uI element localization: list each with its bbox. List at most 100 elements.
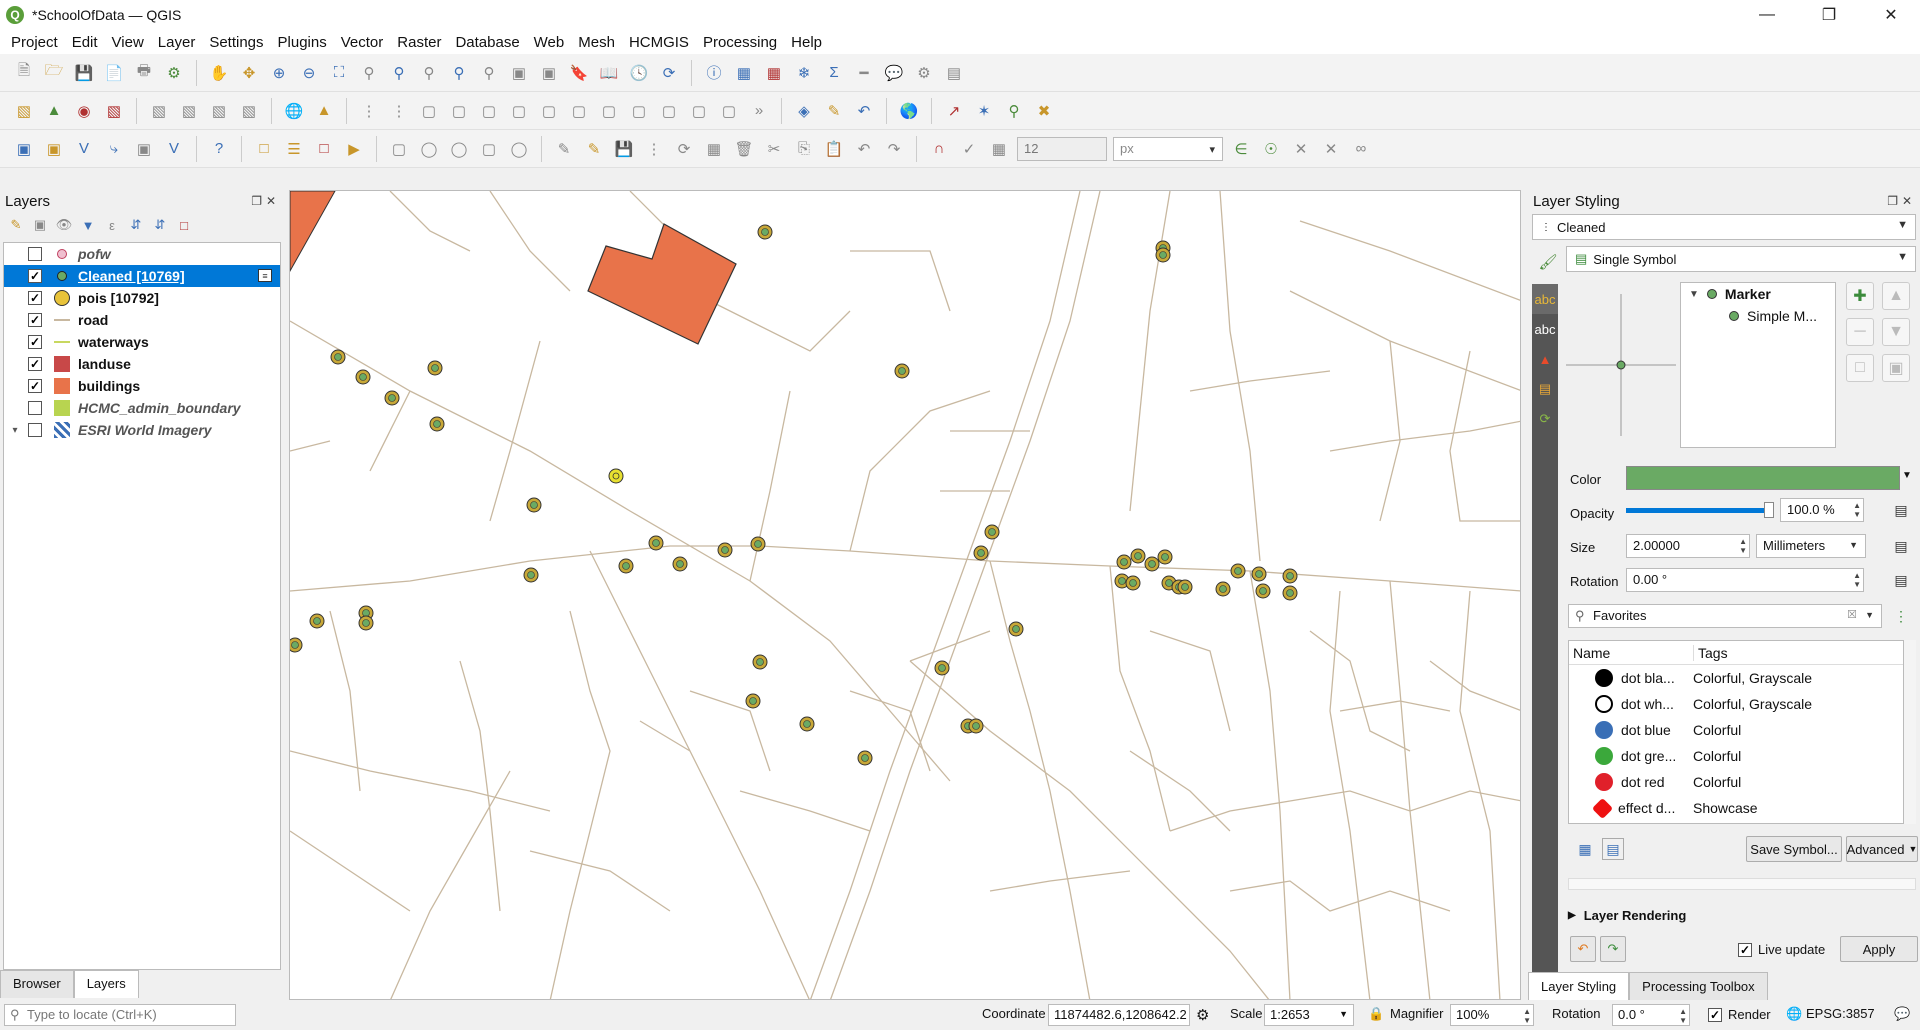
topological-editing-icon[interactable]: ∈ [1229,137,1253,161]
layer-visibility-checkbox[interactable] [28,401,42,415]
pan-icon[interactable]: ✋ [207,61,231,85]
pin-labels-icon[interactable]: ▲ [42,99,66,123]
georeferencer-icon[interactable]: 🌐 [282,99,306,123]
diagrams-tab-icon[interactable]: ▤ [1532,374,1558,404]
render-checkbox[interactable]: ✓ [1708,1007,1722,1022]
measure-icon[interactable]: ━ [852,61,876,85]
help-icon[interactable]: ? [207,137,231,161]
masks-tab-icon[interactable]: abc [1532,314,1558,344]
digitize-tool-5-icon[interactable]: ▢ [477,99,501,123]
layer-visibility-checkbox[interactable]: ✓ [28,357,42,371]
magnifier-input[interactable]: 100% ▲ ▼ [1450,1004,1534,1026]
redo-icon[interactable]: ↷ [882,137,906,161]
layer-visibility-checkbox[interactable]: ✓ [28,291,42,305]
new-geopackage-layer-icon[interactable]: ▣ [12,137,36,161]
crs-globe-icon[interactable]: 🌐 [1786,1006,1802,1022]
filter-indicator-icon[interactable]: ≡ [258,269,272,282]
layer-visibility-checkbox[interactable]: ✓ [28,379,42,393]
rotation-input[interactable]: 0.00 ° ▲ ▼ [1626,568,1864,592]
style-manager-icon[interactable]: ⚙ [162,61,186,85]
layer-row-esri[interactable]: ▾ ESRI World Imagery [4,419,280,441]
live-update-checkbox[interactable]: ✓ [1738,942,1752,957]
bookmark-icon[interactable]: 🔖 [567,61,591,85]
menu-plugins[interactable]: Plugins [271,34,334,51]
trace-icon[interactable]: ✕ [1319,137,1343,161]
live-update-checkbox-row[interactable]: ✓ Live update [1738,942,1825,957]
layer-row-road[interactable]: ✓ road [4,309,280,331]
select-features-icon[interactable]: □ [252,137,276,161]
symbol-list-item[interactable]: dot blue Colorful [1569,717,1903,743]
name-column-header[interactable]: Name [1569,645,1693,661]
symbol-list-item[interactable]: effect d... Showcase [1569,795,1903,821]
snapping-type-icon[interactable]: ✓ [957,137,981,161]
locate-search-input[interactable]: ⚲ Type to locate (Ctrl+K) [4,1004,236,1026]
menu-project[interactable]: Project [4,34,65,51]
pan-to-selection-icon[interactable]: ✥ [237,61,261,85]
data-defined-rotation-icon[interactable]: ▤ [1890,569,1912,591]
crs-label[interactable]: EPSG:3857 [1806,1006,1875,1021]
undo-style-button[interactable]: ↶ [1570,936,1596,962]
zoom-next-icon[interactable]: ⚲ [477,61,501,85]
edit-tool-2-icon[interactable]: ◯ [417,137,441,161]
list-view-icon[interactable]: ▤ [1602,838,1624,860]
map-canvas[interactable] [289,190,1521,1000]
add-feature-icon[interactable]: ⋮ [642,137,666,161]
globe-icon[interactable]: 🌎 [897,99,921,123]
modify-attributes-icon[interactable]: ▦ [702,137,726,161]
rotate-label-icon[interactable]: ▧ [177,99,201,123]
chevron-down-icon[interactable]: ▼ [1865,610,1874,620]
symbol-list-item[interactable]: dot red Colorful [1569,769,1903,795]
digitize-tool-6-icon[interactable]: ▢ [507,99,531,123]
layer-visibility-checkbox[interactable] [28,247,42,261]
new-virtual-layer-icon[interactable]: V [72,137,96,161]
expand-all-icon[interactable]: ⇵ [126,215,146,235]
temporal-icon[interactable]: 🕓 [627,61,651,85]
layer-row-buildings[interactable]: ✓ buildings [4,375,280,397]
search-map-icon[interactable]: ⚲ [1002,99,1026,123]
menu-database[interactable]: Database [448,34,526,51]
digitize-tool-9-icon[interactable]: ▢ [597,99,621,123]
menu-help[interactable]: Help [784,34,829,51]
menu-vector[interactable]: Vector [334,34,391,51]
panel-float-close-icons[interactable]: ❐✕ [251,194,280,208]
zoom-last-icon[interactable]: ⚲ [447,61,471,85]
digitize-tool-4-icon[interactable]: ▢ [447,99,471,123]
coordinate-capture-icon[interactable]: ✖ [1032,99,1056,123]
symbol-options-icon[interactable]: ⋮ [1890,605,1912,627]
menu-processing[interactable]: Processing [696,34,784,51]
styling-panel-float-close-icons[interactable]: ❐✕ [1887,194,1916,208]
digitize-tool-1-icon[interactable]: ⋮ [357,99,381,123]
digitize-tool-8-icon[interactable]: ▢ [567,99,591,123]
opacity-slider-track[interactable] [1626,508,1770,513]
layer-row-hcmc_admin_boundary[interactable]: HCMC_admin_boundary [4,397,280,419]
move-down-button[interactable]: ▼ [1882,318,1910,346]
virtual-layer-icon[interactable]: V [162,137,186,161]
processing-icon[interactable]: ❄ [792,61,816,85]
3d-view-tab-icon[interactable]: ▲ [1532,344,1558,374]
label-properties-icon[interactable]: ▧ [237,99,261,123]
move-label-icon[interactable]: ▧ [147,99,171,123]
size-unit-select[interactable]: Millimeters ▼ [1756,534,1866,558]
edit-tool-1-icon[interactable]: ▢ [387,137,411,161]
layer-visibility-checkbox[interactable] [28,423,42,437]
layer-select[interactable]: ⋮ Cleaned ▼ [1532,214,1916,240]
render-checkbox-row[interactable]: ✓ Render [1708,1007,1771,1022]
edit-pencil-icon[interactable]: ✎ [552,137,576,161]
undo-history-icon[interactable]: ↶ [852,99,876,123]
scale-select[interactable]: 1:2653 ▼ [1264,1004,1354,1026]
annotation-icon[interactable]: ⚙ [912,61,936,85]
edit-tool-5-icon[interactable]: ◯ [507,137,531,161]
horizontal-scrollbar[interactable] [1568,878,1916,890]
move-up-button[interactable]: ▲ [1882,282,1910,310]
tab-layers[interactable]: Layers [73,970,139,998]
zoom-selection-icon[interactable]: ⚲ [357,61,381,85]
layer-row-pois[interactable]: ✓ pois [10792] [4,287,280,309]
tags-column-header[interactable]: Tags [1693,644,1903,661]
processing-model-icon[interactable]: ✎ [822,99,846,123]
lock-layer-button[interactable]: ▣ [1882,354,1910,382]
vertex-tool-icon[interactable]: ⟳ [672,137,696,161]
edit-tool-4-icon[interactable]: ▢ [477,137,501,161]
new-project-icon[interactable]: 🗎 [12,61,36,85]
python-console-icon[interactable]: ◈ [792,99,816,123]
advanced-digitize-icon[interactable]: ∞ [1349,137,1373,161]
